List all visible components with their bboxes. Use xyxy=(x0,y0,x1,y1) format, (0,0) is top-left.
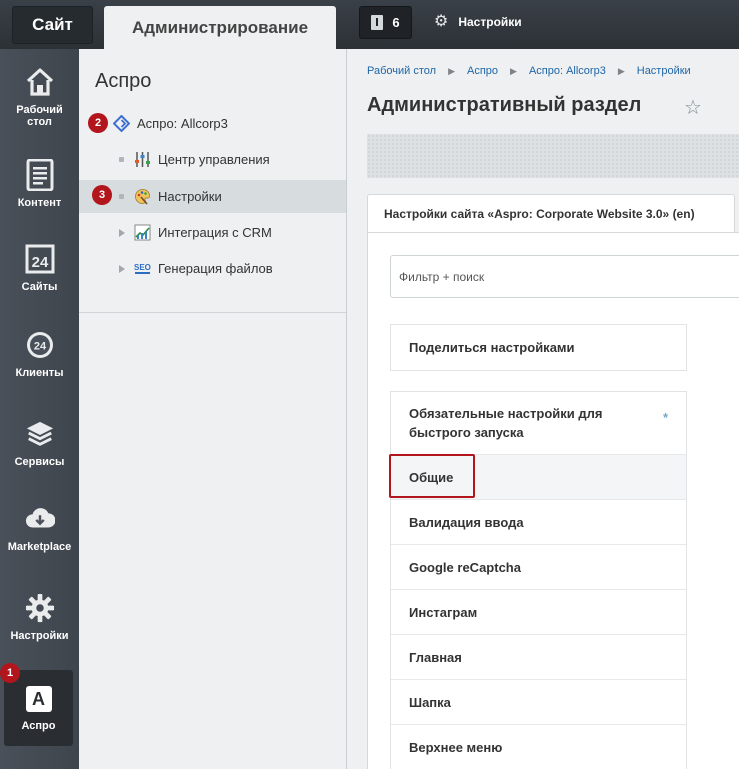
notifications-count: 6 xyxy=(392,15,400,30)
tree-item-aspro-allcorp3[interactable]: Аспро: Allcorp3 xyxy=(79,107,346,140)
sidebar-item-services[interactable]: Сервисы xyxy=(0,419,79,468)
highlight-box-general xyxy=(389,454,475,498)
breadcrumb: Рабочий стол ▶ Аспро ▶ Аспро: Allcorp3 ▶… xyxy=(367,65,691,77)
menu-item-label: Главная xyxy=(409,649,462,665)
sidebar-item-label: Сервисы xyxy=(14,456,65,468)
svg-text:SEO: SEO xyxy=(134,263,151,272)
required-star-icon: * xyxy=(662,410,668,425)
expand-arrow-icon[interactable] xyxy=(119,228,125,237)
settings-content: Фильтр + поиск Поделиться настройками Об… xyxy=(367,232,739,769)
aspro-a-icon: A xyxy=(25,686,52,712)
breadcrumb-separator-icon: ▶ xyxy=(510,66,517,76)
breadcrumb-separator-icon: ▶ xyxy=(448,66,455,76)
menu-item-input-validation[interactable]: Валидация ввода xyxy=(391,500,686,545)
tree-item-label: Настройки xyxy=(158,189,222,204)
chart-icon xyxy=(134,224,151,241)
tree-item-label: Интеграция с CRM xyxy=(158,225,272,240)
gear-icon xyxy=(25,593,55,623)
page-title: Административный раздел xyxy=(367,94,642,116)
notifications-button[interactable]: 6 xyxy=(359,6,412,39)
document-icon xyxy=(25,159,55,191)
clients-24-icon: 24 xyxy=(25,330,55,360)
cloud-download-icon xyxy=(25,504,55,534)
menu-item-recaptcha[interactable]: Google reCaptcha xyxy=(391,545,686,590)
tree-item-file-generation[interactable]: SEO Генерация файлов xyxy=(79,252,346,285)
menu-item-label: Google reCaptcha xyxy=(409,559,521,575)
bullet-icon xyxy=(119,157,124,162)
bullet-icon xyxy=(119,194,124,199)
aspro-diamond-icon xyxy=(113,115,130,132)
svg-text:24: 24 xyxy=(31,254,48,271)
breadcrumb-separator-icon: ▶ xyxy=(617,66,625,76)
sidebar-item-label: Marketplace xyxy=(7,541,72,553)
seo-icon: SEO xyxy=(134,260,151,277)
left-sidebar: Рабочий стол Контент 24 Сайты 24 Клиенты… xyxy=(0,49,79,769)
svg-text:24: 24 xyxy=(33,341,46,353)
tree-divider xyxy=(79,312,346,313)
top-bar: Сайт Администрирование 6 ⚙ Настройки xyxy=(0,0,739,49)
menu-item-header[interactable]: Шапка xyxy=(391,680,686,725)
tab-administration[interactable]: Администрирование xyxy=(104,6,336,49)
share-settings-button[interactable]: Поделиться настройками xyxy=(390,324,687,371)
palette-icon xyxy=(134,188,151,205)
sidebar-item-clients[interactable]: 24 Клиенты xyxy=(0,330,79,379)
gear-icon: ⚙ xyxy=(434,13,449,30)
settings-menu: Обязательные настройки для быстрого запу… xyxy=(390,391,687,769)
menu-item-label: Шапка xyxy=(409,694,451,710)
breadcrumb-settings[interactable]: Настройки xyxy=(637,65,691,77)
breadcrumb-aspro-allcorp3[interactable]: Аспро: Allcorp3 xyxy=(529,65,606,77)
breadcrumb-desktop[interactable]: Рабочий стол xyxy=(367,65,436,77)
notification-icon xyxy=(371,15,384,30)
annotation-badge-2: 2 xyxy=(88,113,108,133)
tree-item-crm-integration[interactable]: Интеграция с CRM xyxy=(79,216,346,249)
home-icon xyxy=(25,67,55,97)
main-content: Рабочий стол ▶ Аспро ▶ Аспро: Allcorp3 ▶… xyxy=(347,49,739,769)
sidebar-item-label: Сайты xyxy=(21,281,58,293)
tree-panel: Аспро Аспро: Allcorp3 Центр управления Н… xyxy=(79,49,347,769)
sidebar-item-label: Контент xyxy=(17,197,62,209)
sidebar-item-sites[interactable]: 24 Сайты xyxy=(0,244,79,293)
tree-item-control-center[interactable]: Центр управления xyxy=(79,143,346,176)
sidebar-item-marketplace[interactable]: Marketplace xyxy=(0,504,79,553)
menu-item-label: Обязательные настройки для быстрого запу… xyxy=(409,406,603,440)
breadcrumb-aspro[interactable]: Аспро xyxy=(467,65,498,77)
sidebar-item-label: Настройки xyxy=(10,630,69,642)
favorite-star-icon[interactable]: ☆ xyxy=(684,95,702,120)
expand-arrow-icon[interactable] xyxy=(119,264,125,273)
filter-search-input[interactable]: Фильтр + поиск xyxy=(390,255,739,298)
sidebar-item-settings[interactable]: Настройки xyxy=(0,593,79,642)
annotation-badge-1: 1 xyxy=(0,663,20,683)
sliders-icon xyxy=(134,151,151,168)
menu-item-top-menu[interactable]: Верхнее меню xyxy=(391,725,686,769)
calendar-24-icon: 24 xyxy=(25,244,55,274)
tree-item-settings[interactable]: Настройки xyxy=(79,180,346,213)
menu-item-label: Инстаграм xyxy=(409,604,478,620)
menu-item-main-page[interactable]: Главная xyxy=(391,635,686,680)
sidebar-item-content[interactable]: Контент xyxy=(0,159,79,209)
menu-item-instagram[interactable]: Инстаграм xyxy=(391,590,686,635)
menu-item-label: Валидация ввода xyxy=(409,514,524,530)
tree-item-label: Аспро: Allcorp3 xyxy=(137,116,228,131)
tab-site-settings[interactable]: Настройки сайта «Aspro: Corporate Websit… xyxy=(367,194,735,232)
layers-icon xyxy=(25,419,55,449)
top-settings-link[interactable]: ⚙ Настройки xyxy=(434,11,522,33)
top-settings-label: Настройки xyxy=(458,15,522,29)
toolbar-area xyxy=(367,134,739,178)
tab-site[interactable]: Сайт xyxy=(12,6,93,44)
sidebar-item-desktop[interactable]: Рабочий стол xyxy=(0,67,79,128)
tree-item-label: Центр управления xyxy=(158,152,270,167)
sidebar-item-label: Рабочий стол xyxy=(16,104,63,128)
sidebar-item-label: Аспро xyxy=(21,720,56,732)
menu-item-required-settings[interactable]: Обязательные настройки для быстрого запу… xyxy=(391,392,686,455)
menu-item-label: Верхнее меню xyxy=(409,739,503,755)
tree-item-label: Генерация файлов xyxy=(158,261,273,276)
annotation-badge-3: 3 xyxy=(92,185,112,205)
sidebar-item-label: Клиенты xyxy=(15,367,64,379)
tree-title: Аспро xyxy=(95,70,152,92)
